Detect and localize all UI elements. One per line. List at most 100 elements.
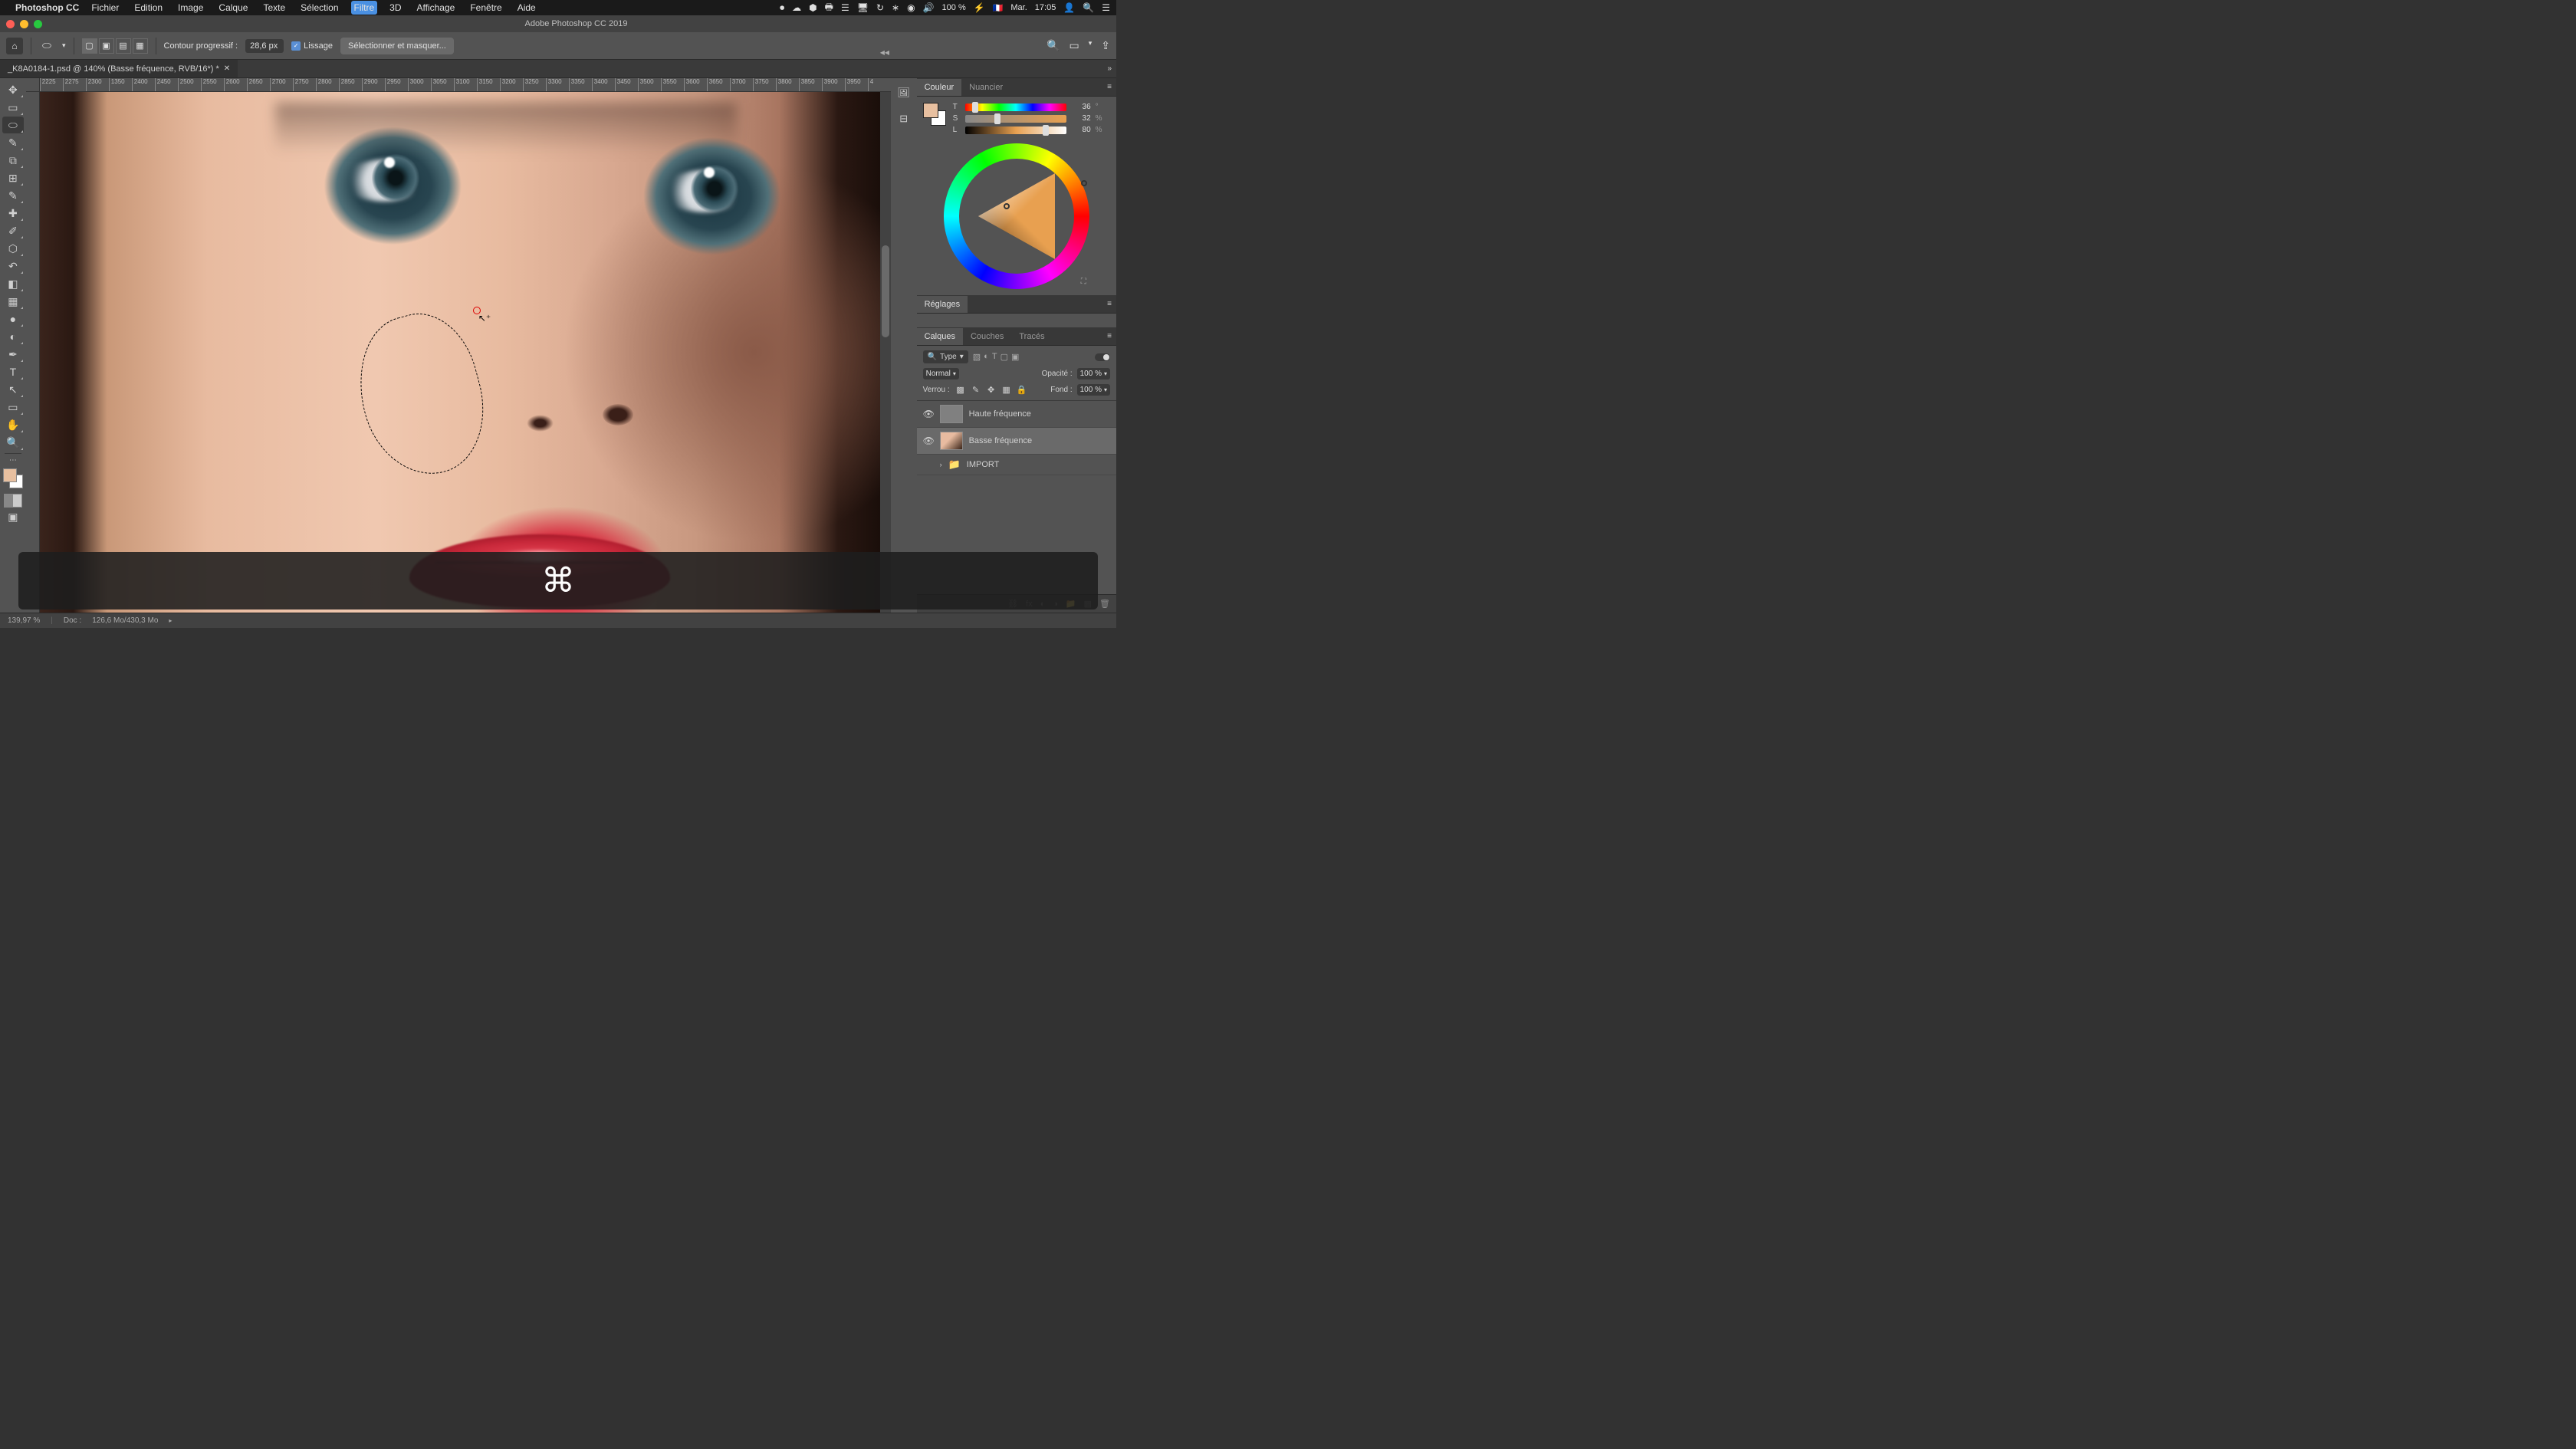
quick-select-tool[interactable]: ✎: [2, 134, 24, 151]
frame-tool[interactable]: ⊞: [2, 169, 24, 186]
tab-nuancier[interactable]: Nuancier: [961, 79, 1010, 96]
filter-shape-icon[interactable]: ▢: [1001, 352, 1008, 362]
dropbox-icon[interactable]: ⬢: [809, 2, 816, 13]
fg-swatch[interactable]: [923, 103, 938, 118]
type-tool[interactable]: T: [2, 363, 24, 380]
layer-visibility-icon[interactable]: 👁: [923, 409, 934, 419]
menu-affichage[interactable]: Affichage: [414, 1, 458, 15]
path-select-tool[interactable]: ↖: [2, 381, 24, 398]
list-icon[interactable]: ☰: [841, 2, 849, 13]
healing-tool[interactable]: ✚: [2, 205, 24, 222]
ruler-horizontal[interactable]: 2225227523001350240024502500255026002650…: [26, 78, 891, 92]
gradient-tool[interactable]: ▦: [2, 293, 24, 310]
printer-icon[interactable]: 🖶: [825, 0, 833, 16]
lum-slider[interactable]: [965, 127, 1066, 134]
cc-sync-icon[interactable]: ☁: [792, 2, 801, 13]
filter-pixel-icon[interactable]: ▧: [973, 352, 981, 362]
lock-artboard-icon[interactable]: ▦: [1001, 385, 1013, 395]
lock-position-icon[interactable]: ✥: [985, 385, 997, 395]
layer-filter-toggle[interactable]: [1095, 353, 1110, 361]
marquee-tool[interactable]: ▭: [2, 99, 24, 116]
crop-tool[interactable]: ⧉: [2, 152, 24, 169]
canvas-vertical-scrollbar[interactable]: [880, 92, 891, 613]
hue-value[interactable]: 36: [1071, 103, 1091, 111]
menu-fenetre[interactable]: Fenêtre: [467, 1, 504, 15]
menu-3d[interactable]: 3D: [386, 1, 404, 15]
layer-thumbnail[interactable]: [940, 405, 963, 423]
tool-preset-chevron-icon[interactable]: ▾: [62, 41, 66, 50]
fg-bg-colors[interactable]: [3, 468, 23, 488]
user-icon[interactable]: 👤: [1063, 2, 1075, 13]
layer-row[interactable]: 👁 Haute fréquence: [917, 401, 1116, 428]
filter-adjust-icon[interactable]: ◐: [984, 352, 989, 362]
panel-menu-icon[interactable]: ≡: [1102, 332, 1116, 340]
menu-calque[interactable]: Calque: [215, 1, 251, 15]
menu-fichier[interactable]: Fichier: [88, 1, 122, 15]
selection-intersect-button[interactable]: ▦: [133, 38, 148, 54]
display-icon[interactable]: 🖥: [857, 2, 869, 13]
wifi-icon[interactable]: ◉: [907, 2, 915, 13]
menu-aide[interactable]: Aide: [514, 1, 539, 15]
stamp-tool[interactable]: ⬡: [2, 240, 24, 257]
zoom-level[interactable]: 139,97 %: [8, 616, 40, 625]
clock-day[interactable]: Mar.: [1010, 3, 1027, 12]
ruler-origin[interactable]: [26, 78, 40, 92]
collapse-panels-icon[interactable]: ◀◀: [880, 49, 889, 56]
brush-tool[interactable]: ✐: [2, 222, 24, 239]
tab-traces[interactable]: Tracés: [1011, 328, 1052, 345]
delete-layer-icon[interactable]: 🗑: [1099, 599, 1110, 609]
select-and-mask-button[interactable]: Sélectionner et masquer...: [340, 38, 454, 54]
layer-thumbnail[interactable]: [940, 432, 963, 450]
home-button[interactable]: ⌂: [6, 38, 23, 54]
filter-type-icon[interactable]: T: [992, 352, 997, 362]
selection-new-button[interactable]: ▢: [82, 38, 97, 54]
filter-smart-icon[interactable]: ▣: [1011, 352, 1019, 362]
clock-time[interactable]: 17:05: [1035, 3, 1056, 12]
eraser-tool[interactable]: ◧: [2, 275, 24, 292]
layer-name[interactable]: Haute fréquence: [969, 409, 1031, 419]
shape-tool[interactable]: ▭: [2, 399, 24, 416]
close-tab-icon[interactable]: ✕: [224, 64, 230, 73]
selection-add-button[interactable]: ▣: [99, 38, 114, 54]
current-tool-icon[interactable]: ⬭: [39, 39, 54, 52]
canvas[interactable]: ↖⁺: [40, 92, 880, 613]
doc-size[interactable]: 126,6 Mo/430,3 Mo: [92, 616, 158, 625]
foreground-color-swatch[interactable]: [3, 468, 17, 482]
share-icon[interactable]: ⇪: [1101, 39, 1110, 52]
layer-name[interactable]: Basse fréquence: [969, 436, 1033, 445]
bluetooth-icon[interactable]: ∗: [892, 2, 899, 13]
screen-mode-button[interactable]: ▣: [2, 508, 24, 525]
feather-input[interactable]: 28,6 px: [245, 39, 284, 53]
move-tool[interactable]: ✥: [2, 81, 24, 98]
tab-reglages[interactable]: Réglages: [917, 296, 968, 313]
lum-value[interactable]: 80: [1071, 126, 1091, 134]
status-chevron-icon[interactable]: ▸: [169, 617, 172, 624]
layer-row[interactable]: 👁Basse fréquence: [917, 428, 1116, 455]
expand-wheel-icon[interactable]: ⛶: [1081, 278, 1086, 286]
lasso-tool[interactable]: ⬭: [2, 117, 24, 133]
ruler-vertical[interactable]: [26, 92, 40, 613]
lock-paint-icon[interactable]: ✎: [970, 385, 982, 395]
menu-edition[interactable]: Edition: [131, 1, 166, 15]
sat-value[interactable]: 32: [1071, 114, 1091, 123]
workspace-chevron-icon[interactable]: ▾: [1089, 39, 1092, 52]
menu-image[interactable]: Image: [175, 1, 206, 15]
layer-row[interactable]: 👁›📁IMPORT: [917, 455, 1116, 475]
input-flag[interactable]: 🇫🇷: [993, 3, 1004, 13]
tab-couches[interactable]: Couches: [963, 328, 1011, 345]
zoom-window-button[interactable]: [34, 20, 42, 28]
history-brush-tool[interactable]: ↶: [2, 258, 24, 274]
close-window-button[interactable]: [6, 20, 15, 28]
color-swatch-pair[interactable]: [923, 103, 946, 126]
blend-mode-select[interactable]: Normal ▾: [923, 368, 959, 380]
menu-texte[interactable]: Texte: [260, 1, 288, 15]
layer-filter-kind[interactable]: 🔍 Type ▾: [923, 350, 968, 363]
eyedropper-tool[interactable]: ✎: [2, 187, 24, 204]
properties-panel-icon[interactable]: ⊟: [895, 110, 912, 127]
lock-transparency-icon[interactable]: ▩: [955, 385, 967, 395]
workspace-icon[interactable]: ▭: [1070, 39, 1079, 52]
tab-couleur[interactable]: Couleur: [917, 79, 962, 96]
minimize-window-button[interactable]: [20, 20, 28, 28]
menu-filtre[interactable]: Filtre: [351, 1, 378, 15]
edit-toolbar-icon[interactable]: ⋯: [9, 456, 17, 465]
